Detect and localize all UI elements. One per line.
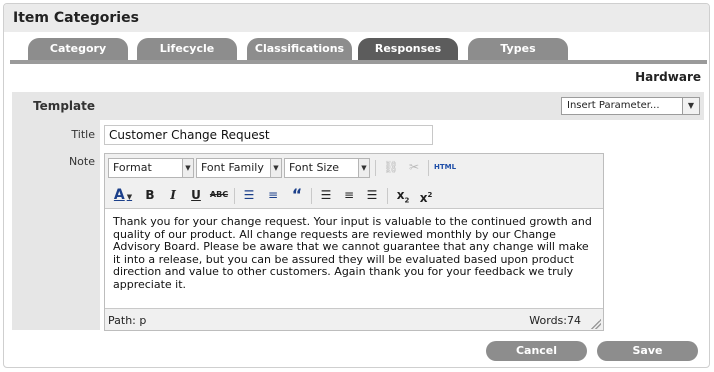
save-button[interactable]: Save (597, 341, 698, 361)
chevron-down-icon[interactable]: ▼ (270, 159, 281, 177)
format-select-value: Format (113, 161, 152, 174)
align-left-icon[interactable]: ☰ (316, 185, 336, 205)
underline-icon[interactable]: U (186, 185, 206, 205)
note-content-area[interactable]: Thank you for your change request. Your … (105, 208, 603, 309)
chevron-down-icon[interactable]: ▼ (682, 98, 699, 114)
tab-responses[interactable]: Responses (358, 38, 458, 60)
blockquote-icon[interactable]: “ (287, 185, 307, 205)
editor-statusbar: Path: p Words:74 (105, 310, 603, 331)
tab-divider (10, 60, 707, 64)
panel-header: Item Categories (4, 4, 709, 32)
cancel-button[interactable]: Cancel (486, 341, 587, 361)
font-size-select-value: Font Size (289, 161, 340, 174)
align-right-icon[interactable]: ☰ (362, 185, 382, 205)
font-family-select-value: Font Family (201, 161, 264, 174)
note-editor: Format ▼ Font Family ▼ Font Size ▼ ⛓ ✂ H… (104, 153, 604, 331)
template-label: Template (33, 99, 95, 113)
element-path: Path: p (108, 314, 147, 327)
subscript-icon[interactable]: x2 (393, 185, 413, 205)
insert-parameter-select[interactable]: Insert Parameter... ▼ (561, 97, 700, 115)
bullet-list-icon[interactable]: ☰ (239, 185, 259, 205)
toolbar-separator (375, 160, 376, 176)
item-categories-panel: Item Categories Category Lifecycle Class… (3, 3, 710, 368)
tab-bar: Category Lifecycle Classifications Respo… (4, 38, 709, 62)
toolbar-separator (428, 160, 429, 176)
page-title: Item Categories (13, 10, 139, 26)
toolbar-separator (387, 188, 388, 204)
tab-classifications[interactable]: Classifications (247, 38, 352, 60)
category-context-label: Hardware (635, 70, 701, 84)
tab-types[interactable]: Types (468, 38, 568, 60)
tab-category[interactable]: Category (28, 38, 128, 60)
font-family-select[interactable]: Font Family ▼ (196, 158, 282, 178)
bold-icon[interactable]: B (140, 185, 160, 205)
title-input[interactable] (104, 125, 433, 145)
insert-parameter-value: Insert Parameter... (567, 100, 660, 111)
chevron-down-icon[interactable]: ▼ (182, 159, 193, 177)
font-color-icon[interactable]: A ▼ (110, 185, 136, 205)
note-label: Note (68, 155, 95, 168)
toolbar-separator (311, 188, 312, 204)
align-center-icon[interactable]: ≡ (339, 185, 359, 205)
font-size-select[interactable]: Font Size ▼ (284, 158, 370, 178)
format-select[interactable]: Format ▼ (108, 158, 194, 178)
editor-toolbar-bottom: A ▼ B I U ABC ☰ ≡ “ ☰ ≡ ☰ x2 x2 (105, 182, 603, 208)
tab-lifecycle[interactable]: Lifecycle (137, 38, 237, 60)
title-label: Title (71, 128, 95, 141)
word-count: Words:74 (529, 314, 581, 327)
link-icon[interactable]: ⛓ (381, 157, 401, 177)
unlink-icon[interactable]: ✂ (404, 157, 424, 177)
chevron-down-icon[interactable]: ▼ (358, 159, 369, 177)
editor-toolbar-top: Format ▼ Font Family ▼ Font Size ▼ ⛓ ✂ H… (105, 154, 603, 182)
italic-icon[interactable]: I (163, 185, 183, 205)
resize-handle-icon[interactable] (591, 319, 601, 329)
numbered-list-icon[interactable]: ≡ (263, 185, 283, 205)
strikethrough-icon[interactable]: ABC (209, 185, 229, 205)
html-source-button[interactable]: HTML (434, 157, 456, 177)
superscript-icon[interactable]: x2 (416, 185, 436, 205)
toolbar-separator (234, 188, 235, 204)
